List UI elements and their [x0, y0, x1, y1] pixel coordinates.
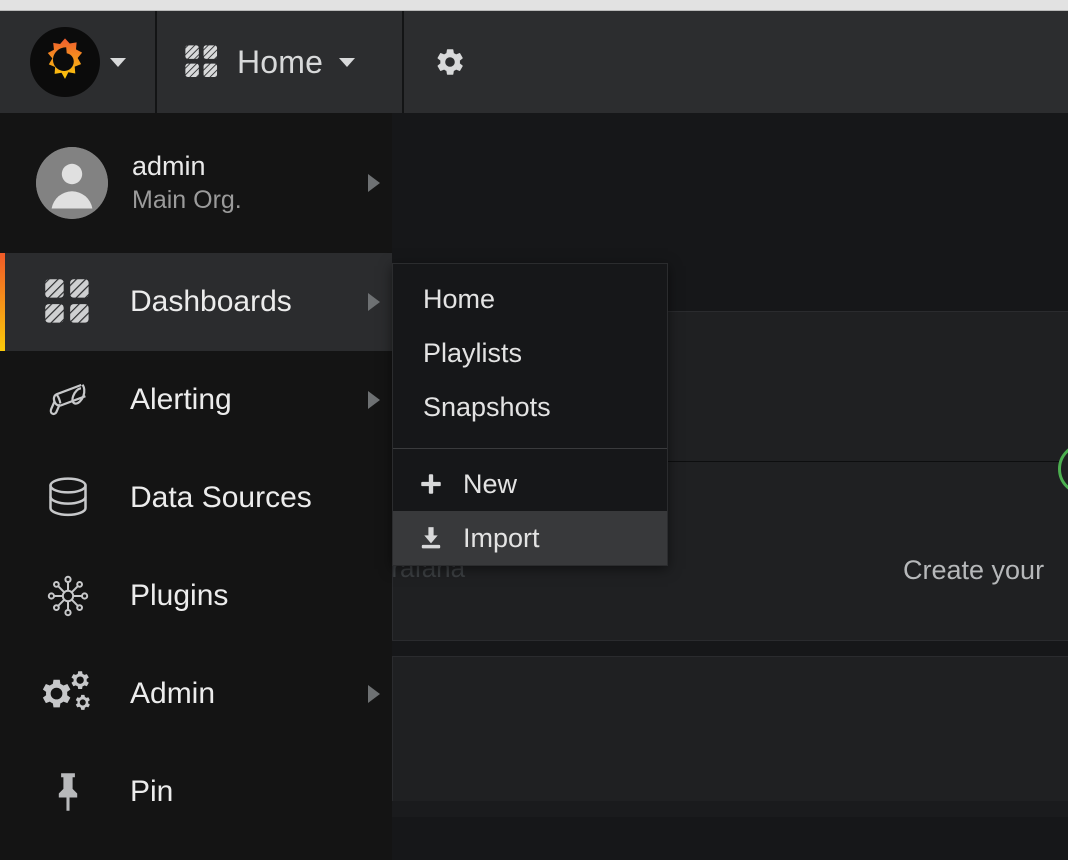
side-menu: admin Main Org.: [0, 113, 392, 860]
sidebar-item-data-sources[interactable]: Data Sources: [0, 449, 392, 547]
sidebar-user-profile[interactable]: admin Main Org.: [0, 113, 392, 253]
sidebar-item-dashboards[interactable]: Dashboards: [0, 253, 392, 351]
submenu-item-label: New: [463, 469, 517, 500]
database-icon: [42, 472, 94, 524]
user-name: admin: [132, 151, 242, 182]
browser-chrome-strip: [0, 0, 1068, 11]
brand-menu-button[interactable]: [0, 11, 157, 113]
sidebar-item-pin[interactable]: Pin: [0, 743, 392, 841]
user-avatar-icon: [36, 147, 108, 219]
sidebar-item-admin[interactable]: Admin: [0, 645, 392, 743]
user-org: Main Org.: [132, 186, 242, 215]
chevron-right-icon: [368, 685, 380, 703]
megaphone-icon: [42, 374, 94, 426]
breadcrumb-home-button[interactable]: Home: [157, 11, 404, 113]
submenu-item-import[interactable]: Import: [393, 511, 667, 565]
submenu-item-snapshots[interactable]: Snapshots: [393, 380, 667, 434]
submenu-item-label: Snapshots: [423, 392, 551, 423]
grafana-logo-icon: [30, 27, 100, 97]
sidebar-item-alerting[interactable]: Alerting: [0, 351, 392, 449]
submenu-item-label: Import: [463, 523, 540, 554]
gear-icon[interactable]: [434, 46, 466, 78]
plugins-node-icon: [42, 570, 94, 622]
submenu-item-playlists[interactable]: Playlists: [393, 326, 667, 380]
breadcrumb-label: Home: [237, 44, 323, 81]
submenu-divider: [393, 448, 667, 449]
sidebar-item-label: Admin: [130, 677, 215, 711]
sidebar-item-label: Pin: [130, 775, 173, 809]
navbar-right-region: [404, 11, 1068, 113]
sidebar-item-label: Alerting: [130, 383, 232, 417]
pin-icon: [42, 766, 94, 818]
chevron-down-icon: [110, 58, 126, 67]
dashboards-submenu: Home Playlists Snapshots New: [392, 263, 668, 566]
submenu-item-home[interactable]: Home: [393, 272, 667, 326]
chevron-right-icon: [368, 391, 380, 409]
dashboards-grid-icon: [42, 276, 94, 328]
submenu-item-new[interactable]: New: [393, 457, 667, 511]
dashboards-grid-icon: [183, 43, 221, 81]
download-icon: [415, 522, 447, 554]
submenu-item-label: Playlists: [423, 338, 522, 369]
background-panel-recent: [392, 656, 1068, 816]
submenu-item-label: Home: [423, 284, 495, 315]
sidebar-item-label: Dashboards: [130, 285, 292, 319]
chevron-right-icon: [368, 293, 380, 311]
top-navbar: Home: [0, 11, 1068, 113]
sidebar-item-plugins[interactable]: Plugins: [0, 547, 392, 645]
sidebar-item-label: Data Sources: [130, 481, 312, 515]
cogs-icon: [42, 668, 94, 720]
chevron-right-icon: [368, 174, 380, 192]
chevron-down-icon: [339, 58, 355, 67]
app-root: Install Grafana Create your reate your f…: [0, 0, 1068, 860]
background-row-highlight: [392, 801, 1068, 817]
plus-icon: [415, 468, 447, 500]
background-create-your-text: Create your: [903, 555, 1044, 586]
sidebar-item-label: Plugins: [130, 579, 228, 613]
